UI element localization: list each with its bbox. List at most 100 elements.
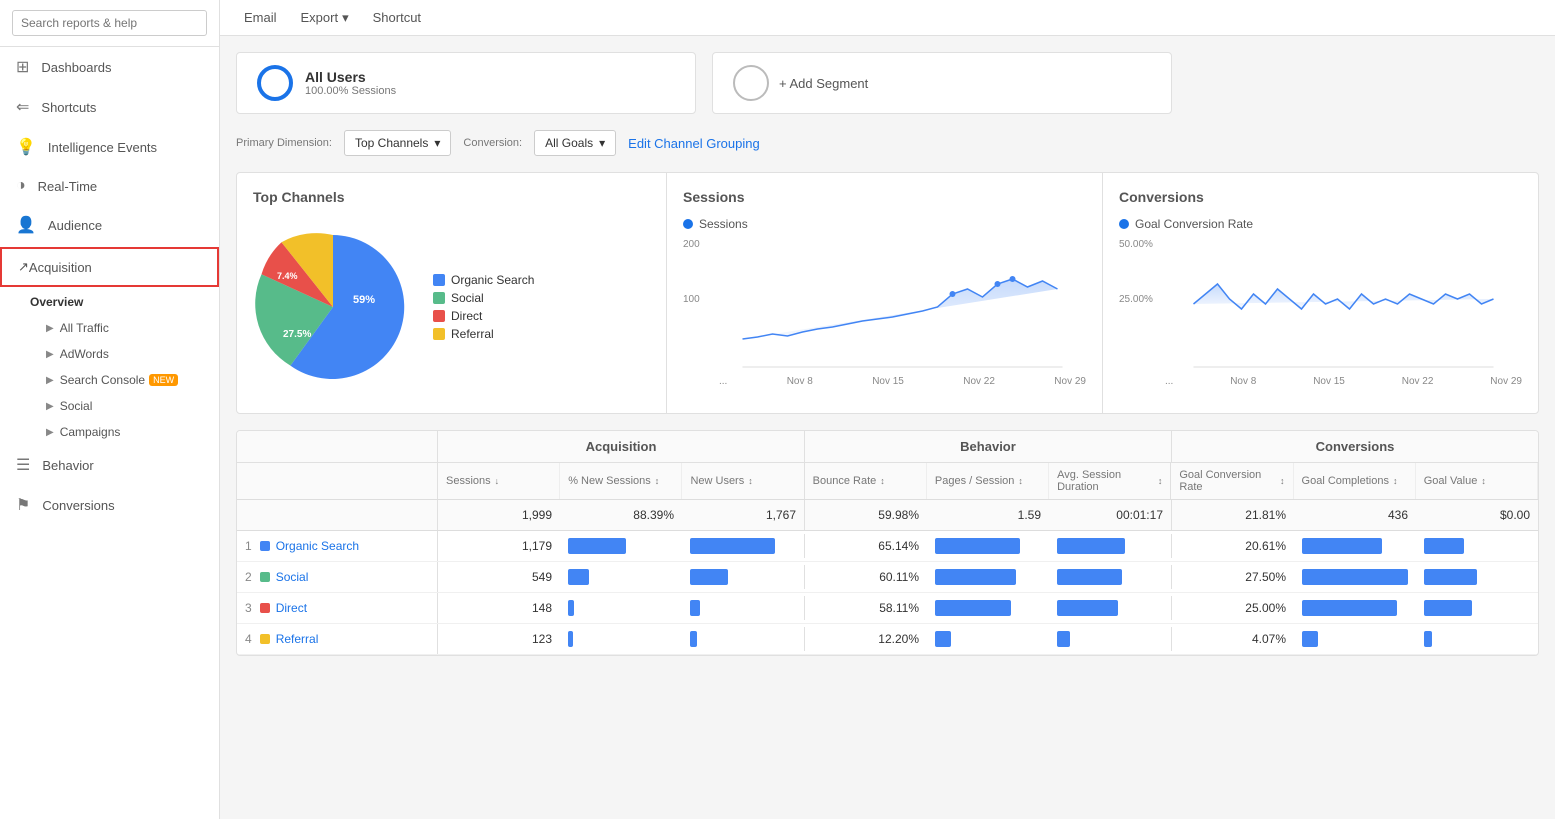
edit-channel-grouping-link[interactable]: Edit Channel Grouping: [628, 136, 760, 151]
email-button[interactable]: Email: [236, 6, 285, 29]
sidebar-label-realtime: Real-Time: [38, 179, 97, 194]
channel-dot-icon: [260, 603, 270, 613]
bounce-col-header[interactable]: Bounce Rate ↕: [805, 463, 927, 499]
pct-new-bar: [568, 600, 574, 616]
y-label-200: 200: [683, 239, 700, 250]
segment-info: All Users 100.00% Sessions: [305, 69, 396, 97]
conv-x-dots: ...: [1165, 376, 1173, 387]
channel-dot-icon: [260, 634, 270, 644]
sidebar-item-acquisition[interactable]: ↗ Acquisition: [0, 247, 219, 287]
channel-link[interactable]: Organic Search: [276, 539, 359, 553]
duration-bar: [1057, 538, 1125, 554]
bounce-value: 65.14%: [805, 531, 927, 561]
goal-value-bar: [1424, 600, 1472, 616]
channel-cell: 3 Direct: [237, 593, 437, 623]
new-users-bar: [690, 600, 700, 616]
subnav-social-label: Social: [60, 399, 93, 413]
conv-x-nov22: Nov 22: [1402, 376, 1434, 387]
legend-organic: Organic Search: [433, 273, 534, 287]
channel-cell: 1 Organic Search: [237, 531, 437, 561]
channel-link[interactable]: Direct: [276, 601, 307, 615]
sidebar-item-conversions[interactable]: ⚑ Conversions: [0, 485, 219, 525]
duration-bar-cell: [1049, 534, 1172, 558]
conversions-metric: Goal Conversion Rate: [1119, 217, 1522, 231]
x-label-nov8: Nov 8: [787, 376, 813, 387]
bounce-col-label: Bounce Rate: [813, 475, 877, 487]
sidebar-label-intelligence: Intelligence Events: [48, 140, 157, 155]
channel-link[interactable]: Referral: [276, 632, 319, 646]
duration-bar-cell: [1049, 627, 1172, 651]
new-users-bar-cell: [682, 565, 805, 589]
subnav-overview[interactable]: Overview: [30, 289, 219, 315]
audience-icon: 👤: [16, 215, 36, 235]
sessions-col-header[interactable]: Sessions ↓: [437, 463, 560, 499]
pie-chart: 59% 27.5% 7.4%: [253, 227, 413, 387]
goal-conv-col-header[interactable]: Goal Conversion Rate ↕: [1171, 463, 1293, 499]
subnav-campaigns[interactable]: ▶ Campaigns: [30, 419, 219, 445]
subnav-campaigns-label: Campaigns: [60, 425, 121, 439]
sidebar-item-behavior[interactable]: ☰ Behavior: [0, 445, 219, 485]
subnav-alltraffic[interactable]: ▶ All Traffic: [30, 315, 219, 341]
pct-new-col-header[interactable]: % New Sessions ↕: [560, 463, 682, 499]
subnav-social[interactable]: ▶ Social: [30, 393, 219, 419]
subnav-adwords[interactable]: ▶ AdWords: [30, 341, 219, 367]
sort-icon9: ↕: [1481, 476, 1486, 486]
arrow-icon: ▶: [46, 349, 54, 360]
new-users-bar: [690, 569, 728, 585]
search-box[interactable]: [0, 0, 219, 47]
sidebar-item-intelligence[interactable]: 💡 Intelligence Events: [0, 127, 219, 167]
acquisition-icon: ↗: [18, 259, 29, 275]
sidebar-item-realtime[interactable]: ◑ Real-Time: [0, 167, 219, 205]
channel-link[interactable]: Social: [276, 570, 309, 584]
shortcut-button[interactable]: Shortcut: [365, 6, 429, 29]
sidebar-item-dashboards[interactable]: ⊞ Dashboards: [0, 47, 219, 87]
duration-bar-cell: [1049, 565, 1172, 589]
goal-bar: [1302, 569, 1408, 585]
direct-color-dot: [433, 310, 445, 322]
bounce-bar: [935, 569, 1016, 585]
table-row: 2 Social 549 60.11% 27.50%: [237, 562, 1538, 593]
all-users-segment[interactable]: All Users 100.00% Sessions: [236, 52, 696, 114]
add-segment-circle-icon: [733, 65, 769, 101]
new-users-col-header[interactable]: New Users ↕: [682, 463, 804, 499]
sidebar-item-audience[interactable]: 👤 Audience: [0, 205, 219, 245]
sidebar-label-acquisition: Acquisition: [29, 260, 92, 275]
pct-new-bar-cell: [560, 565, 682, 589]
sessions-metric: Sessions: [683, 217, 1086, 231]
page-content: All Users 100.00% Sessions + Add Segment…: [220, 36, 1555, 819]
export-button[interactable]: Export ▾: [301, 10, 349, 26]
sort-icon5: ↕: [1018, 476, 1023, 486]
toolbar: Email Export ▾ Shortcut: [220, 0, 1555, 36]
sessions-panel: Sessions Sessions 200 100: [667, 173, 1103, 413]
conversions-panel: Conversions Goal Conversion Rate 50.00% …: [1103, 173, 1538, 413]
goal-conv-value: 4.07%: [1172, 624, 1294, 654]
channel-dot-icon: [260, 572, 270, 582]
subnav-searchconsole[interactable]: ▶ Search Console NEW: [30, 367, 219, 393]
goal-complete-col-header[interactable]: Goal Completions ↕: [1294, 463, 1416, 499]
search-input[interactable]: [12, 10, 207, 36]
acquisition-subnav: Overview ▶ All Traffic ▶ AdWords ▶ Searc…: [0, 289, 219, 445]
all-goals-dropdown[interactable]: All Goals ▾: [534, 130, 616, 156]
add-segment-button[interactable]: + Add Segment: [712, 52, 1172, 114]
main-content: Email Export ▾ Shortcut All Users 100.00…: [220, 0, 1555, 819]
segment-bar: All Users 100.00% Sessions + Add Segment: [236, 52, 1539, 114]
bounce-value: 12.20%: [805, 624, 927, 654]
conv-x-nov8: Nov 8: [1230, 376, 1256, 387]
legend-social: Social: [433, 291, 534, 305]
duration-col-header[interactable]: Avg. Session Duration ↕: [1049, 463, 1171, 499]
goal-conv-value: 25.00%: [1172, 593, 1294, 623]
sidebar-label-audience: Audience: [48, 218, 102, 233]
data-table: Acquisition Behavior Conversions Session…: [236, 430, 1539, 656]
pages-col-header[interactable]: Pages / Session ↕: [927, 463, 1049, 499]
goal-value-col-header[interactable]: Goal Value ↕: [1416, 463, 1538, 499]
new-users-bar-cell: [682, 534, 805, 558]
row-rank: 2: [245, 570, 252, 584]
conv-y-label-50: 50.00%: [1119, 239, 1153, 250]
sidebar-item-shortcuts[interactable]: ⇐ Shortcuts: [0, 87, 219, 127]
conversions-line-chart: [1165, 239, 1522, 369]
top-channels-dropdown[interactable]: Top Channels ▾: [344, 130, 451, 156]
social-color-dot: [433, 292, 445, 304]
pct-new-col-label: % New Sessions: [568, 475, 651, 487]
bounce-bar-cell: [927, 565, 1049, 589]
all-goals-label: All Goals: [545, 136, 593, 150]
